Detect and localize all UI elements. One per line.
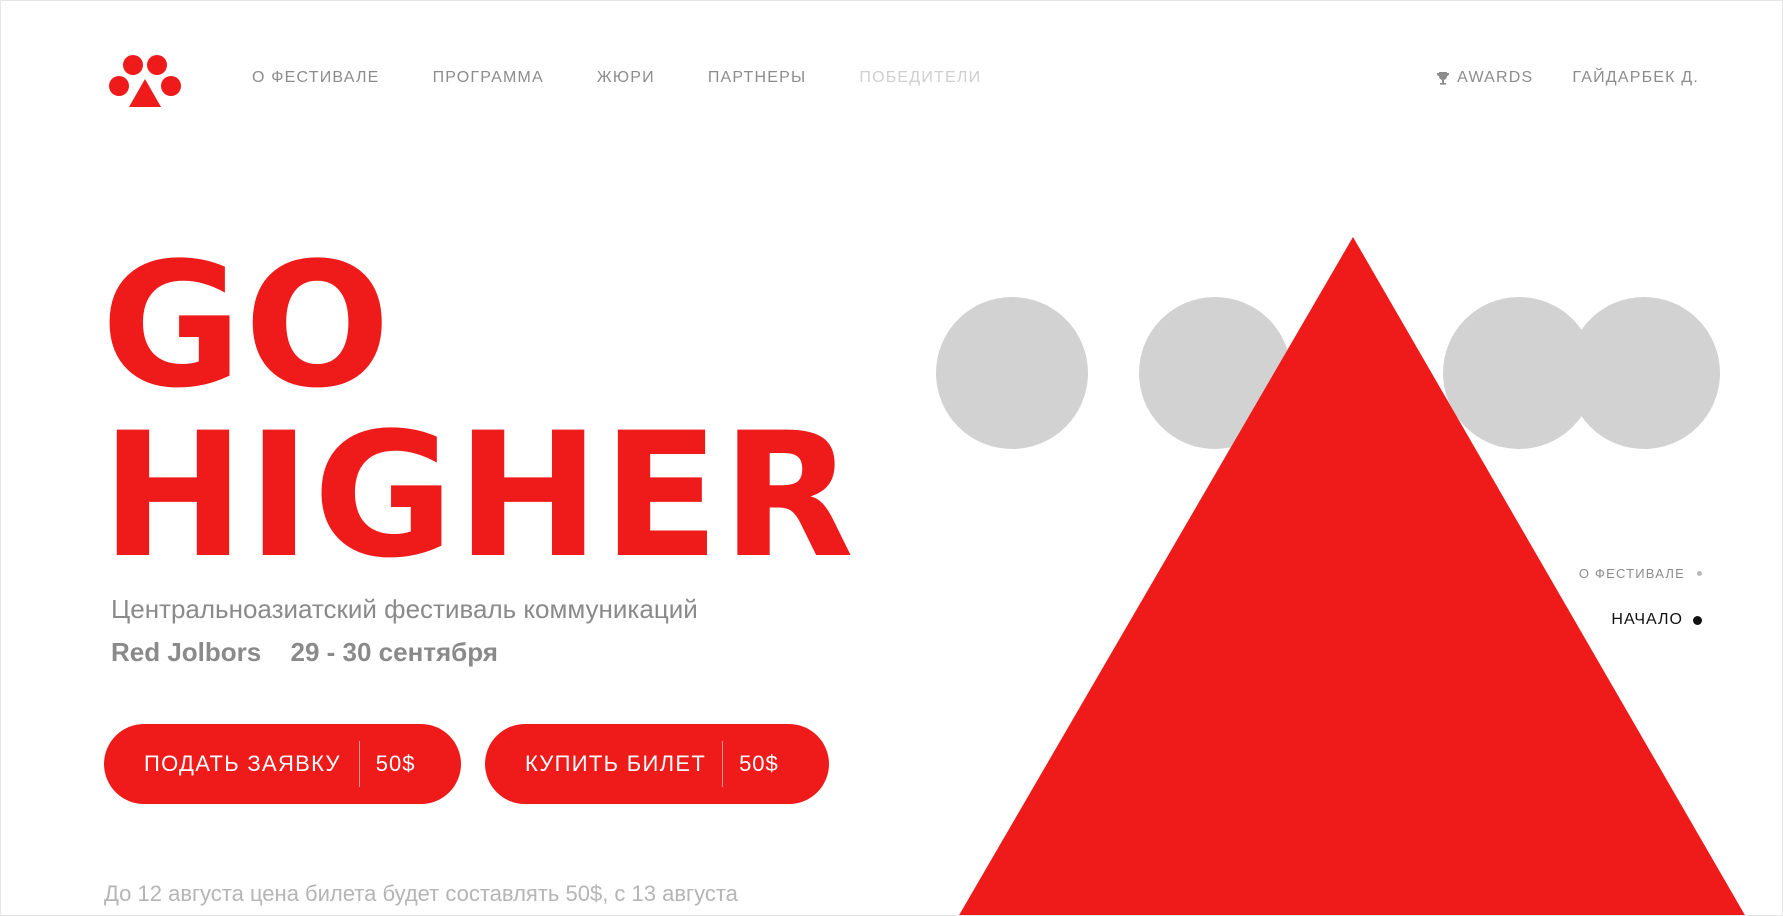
section-nav-item-about[interactable]: О ФЕСТИВАЛЕ [1579, 566, 1702, 581]
section-nav-item-start[interactable]: НАЧАЛО [1579, 611, 1702, 629]
grey-circle-4 [1568, 297, 1720, 449]
user-name-link[interactable]: ГАЙДАРБЕК Д. [1572, 69, 1699, 87]
awards-label: AWARDS [1457, 69, 1534, 86]
hero-subtitle: Центральноазиатский фестиваль коммуникац… [111, 594, 698, 624]
section-nav-dot [1697, 571, 1702, 576]
hero-title-line-2: HIGHER [101, 395, 857, 596]
buy-ticket-button-label: КУПИТЬ БИЛЕТ [525, 751, 707, 776]
awards-link[interactable]: AWARDS [1436, 69, 1533, 87]
apply-button[interactable]: ПОДАТЬ ЗАЯВКУ 50$ [104, 724, 461, 804]
nav-item-program[interactable]: ПРОГРАММА [433, 69, 544, 87]
nav-item-jury[interactable]: ЖЮРИ [597, 69, 655, 87]
trophy-icon [1437, 72, 1450, 85]
apply-button-price: 50$ [375, 751, 416, 776]
festival-name: Red Jolbors [111, 637, 262, 667]
hero-title: GO HIGHER [101, 225, 857, 596]
grey-circle-1 [936, 297, 1088, 449]
apply-button-divider [358, 741, 360, 787]
hero-title-line-1: GO [101, 225, 393, 426]
page-frame: О ФЕСТИВАЛЕ ПРОГРАММА ЖЮРИ ПАРТНЕРЫ ПОБЕ… [0, 0, 1783, 916]
event-line: Red Jolbors 29 - 30 сентября [111, 637, 498, 668]
section-nav-label-start: НАЧАЛО [1611, 611, 1683, 628]
nav-item-partners[interactable]: ПАРТНЕРЫ [708, 69, 807, 87]
nav-item-about[interactable]: О ФЕСТИВАЛЕ [252, 69, 380, 87]
nav-item-winners[interactable]: ПОБЕДИТЕЛИ [859, 69, 981, 87]
festival-dates: 29 - 30 сентября [290, 637, 498, 667]
main-nav: О ФЕСТИВАЛЕ ПРОГРАММА ЖЮРИ ПАРТНЕРЫ ПОБЕ… [252, 69, 1034, 87]
section-nav: О ФЕСТИВАЛЕ НАЧАЛО [1579, 566, 1702, 629]
buy-ticket-button[interactable]: КУПИТЬ БИЛЕТ 50$ [485, 724, 829, 804]
section-nav-dot-active [1693, 615, 1702, 625]
apply-button-label: ПОДАТЬ ЗАЯВКУ [144, 751, 341, 776]
section-nav-label-about: О ФЕСТИВАЛЕ [1578, 566, 1685, 581]
price-note: До 12 августа цена билета будет составля… [104, 881, 738, 906]
paw-triangle-logo[interactable] [109, 55, 181, 109]
header-right: AWARDS ГАЙДАРБЕК Д. [1436, 69, 1699, 87]
buy-ticket-button-divider [722, 741, 724, 787]
buy-ticket-button-price: 50$ [739, 751, 779, 776]
